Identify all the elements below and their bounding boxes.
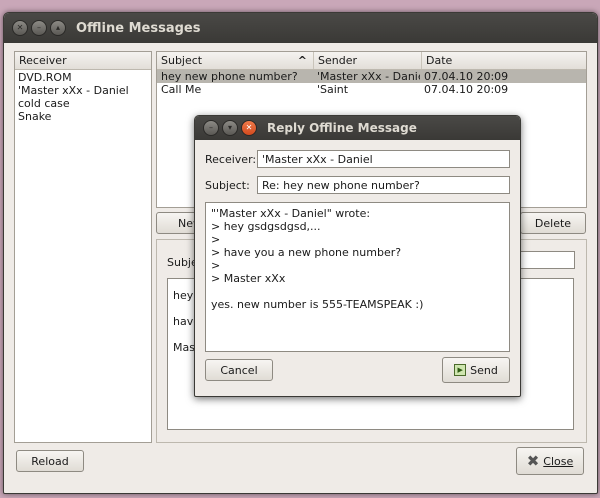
cancel-button-label: Cancel xyxy=(220,363,258,377)
reload-button[interactable]: Reload xyxy=(16,450,84,472)
receiver-field[interactable]: 'Master xXx - Daniel xyxy=(257,150,510,168)
receiver-item[interactable]: DVD.ROM xyxy=(15,71,151,84)
maximize-window-icon[interactable]: ▴ xyxy=(50,20,66,36)
window-title: Offline Messages xyxy=(76,20,201,36)
delete-button[interactable]: Delete xyxy=(520,212,586,234)
close-button-label: Close xyxy=(543,454,574,468)
row-sender: 'Saint xyxy=(317,83,349,96)
close-x-icon: ✖ xyxy=(526,452,540,470)
row-subject: hey new phone number? xyxy=(161,70,298,83)
receiver-header[interactable]: Receiver xyxy=(15,52,151,70)
minimize-window-icon[interactable]: – xyxy=(31,20,47,36)
reply-body-textarea[interactable]: "'Master xXx - Daniel" wrote: > hey gsdg… xyxy=(205,202,510,352)
row-date: 07.04.10 20:09 xyxy=(424,70,509,83)
receiver-item[interactable]: 'Master xXx - Daniel xyxy=(15,84,151,97)
preview-subject-field xyxy=(517,251,575,269)
table-row[interactable]: hey new phone number? 'Master xXx - Dani… xyxy=(157,70,586,83)
row-date: 07.04.10 20:09 xyxy=(424,83,509,96)
dialog-titlebar: – ▾ ✕ Reply Offline Message xyxy=(195,116,520,140)
dialog-minimize-icon[interactable]: – xyxy=(203,120,219,136)
window-titlebar: ✕ – ▴ Offline Messages xyxy=(4,13,597,43)
receiver-item[interactable]: cold case xyxy=(15,97,151,110)
send-icon: ▶ xyxy=(454,364,467,376)
receiver-item[interactable]: Snake xyxy=(15,110,151,123)
column-date[interactable]: Date xyxy=(422,52,586,69)
row-sender: 'Master xXx - Daniel xyxy=(317,70,420,83)
column-subject[interactable]: Subject ^ xyxy=(157,52,314,69)
row-subject: Call Me xyxy=(161,83,202,96)
column-sender[interactable]: Sender xyxy=(314,52,422,69)
sort-ascending-icon: ^ xyxy=(297,54,307,67)
receiver-label: Receiver: xyxy=(205,153,257,166)
delete-button-label: Delete xyxy=(534,216,572,230)
close-window-icon[interactable]: ✕ xyxy=(12,20,28,36)
reply-dialog: – ▾ ✕ Reply Offline Message Receiver: 'M… xyxy=(194,115,521,397)
send-button-label: Send xyxy=(470,363,498,377)
subject-field[interactable]: Re: hey new phone number? xyxy=(257,176,510,194)
subject-label: Subject: xyxy=(205,179,250,192)
cancel-button[interactable]: Cancel xyxy=(205,359,273,381)
receiver-panel: Receiver DVD.ROM 'Master xXx - Daniel co… xyxy=(14,51,152,443)
table-row[interactable]: Call Me 'Saint 07.04.10 20:09 xyxy=(157,83,586,96)
dialog-title: Reply Offline Message xyxy=(267,121,417,135)
close-button[interactable]: ✖ Close xyxy=(516,447,584,475)
dialog-maximize-icon[interactable]: ▾ xyxy=(222,120,238,136)
reload-button-label: Reload xyxy=(31,454,69,468)
dialog-close-icon[interactable]: ✕ xyxy=(241,120,257,136)
send-button[interactable]: ▶ Send xyxy=(442,357,510,383)
